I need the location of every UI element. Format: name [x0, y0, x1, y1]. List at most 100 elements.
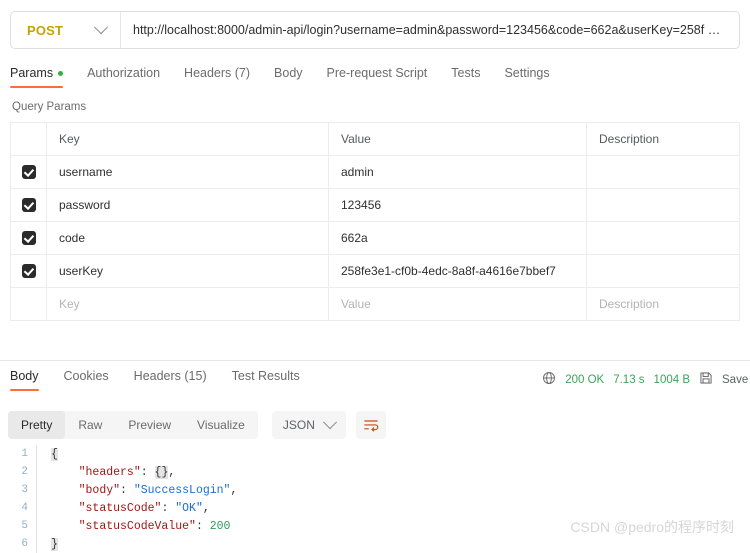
param-value-cell[interactable]: 123456 — [329, 189, 587, 221]
fold-guide — [36, 463, 49, 481]
code-token: "headers" — [78, 465, 141, 479]
param-enabled-checkbox[interactable] — [21, 231, 36, 245]
query-params-title: Query Params — [12, 101, 87, 113]
code-token: : — [140, 465, 155, 479]
header-description: Description — [599, 132, 660, 146]
request-tab-settings[interactable]: Settings — [504, 66, 563, 88]
param-key-cell[interactable]: username — [47, 156, 329, 188]
line-number: 4 — [21, 502, 28, 514]
code-line-text: "headers": {}, — [49, 465, 176, 479]
response-status-group: 200 OK 7.13 s 1004 B Save — [542, 371, 750, 388]
table-row: userKey 258fe3e1-cf0b-4edc-8a8f-a4616e7bb… — [11, 255, 739, 288]
response-tabs: Body Cookies Headers (15) Test Results — [10, 369, 325, 391]
chevron-down-icon — [93, 20, 109, 35]
line-number: 2 — [21, 466, 28, 478]
new-param-value-input[interactable]: Value — [329, 288, 587, 320]
request-tab-label: Body — [274, 66, 303, 80]
response-tab-cookies[interactable]: Cookies — [64, 369, 109, 391]
save-response-label[interactable]: Save — [722, 374, 750, 386]
param-key-cell[interactable]: code — [47, 222, 329, 254]
format-button-visualize[interactable]: Visualize — [184, 411, 258, 439]
request-tab-authorization[interactable]: Authorization — [87, 66, 174, 88]
param-value-cell[interactable]: admin — [329, 156, 587, 188]
code-token: "statusCodeValue" — [78, 519, 196, 533]
http-method-select[interactable]: POST — [11, 12, 121, 48]
param-value-cell[interactable]: 258fe3e1-cf0b-4edc-8a8f-a4616e7bbef7 — [329, 255, 587, 287]
code-line: 6} — [0, 535, 750, 553]
row-checkbox-cell — [11, 255, 47, 287]
response-tab-headers-15[interactable]: Headers (15) — [134, 369, 207, 391]
http-method-label: POST — [27, 22, 64, 38]
code-token: : — [195, 519, 210, 533]
request-tab-pre-request-script[interactable]: Pre-request Script — [327, 66, 442, 88]
code-token: : — [161, 501, 176, 515]
code-token: "SuccessLogin" — [133, 483, 231, 497]
request-tab-body[interactable]: Body — [274, 66, 317, 88]
param-description-cell[interactable] — [587, 255, 739, 287]
code-token: "body" — [78, 483, 121, 497]
code-line: 1{ — [0, 445, 750, 463]
response-tab-body[interactable]: Body — [10, 369, 39, 391]
format-button-raw[interactable]: Raw — [65, 411, 115, 439]
request-tab-label: Settings — [504, 66, 550, 80]
new-param-description-input[interactable]: Description — [587, 288, 739, 320]
request-tab-headers-7[interactable]: Headers (7) — [184, 66, 264, 88]
request-tab-tests[interactable]: Tests — [451, 66, 494, 88]
code-token: } — [51, 537, 58, 551]
save-icon[interactable] — [699, 371, 713, 388]
table-row: password 123456 — [11, 189, 739, 222]
param-enabled-checkbox[interactable] — [21, 165, 36, 179]
word-wrap-button[interactable] — [355, 411, 386, 439]
table-row-placeholder: Key Value Description — [11, 288, 739, 321]
param-enabled-checkbox[interactable] — [21, 264, 36, 278]
line-number: 5 — [21, 520, 28, 532]
header-value: Value — [329, 123, 587, 155]
response-tab-test-results[interactable]: Test Results — [232, 369, 300, 391]
param-description-cell[interactable] — [587, 189, 739, 221]
response-time: 7.13 s — [613, 373, 645, 386]
row-checkbox-cell — [11, 288, 47, 320]
param-value-cell[interactable]: 662a — [329, 222, 587, 254]
fold-guide — [36, 445, 49, 463]
code-line: 3 "body": "SuccessLogin", — [0, 481, 750, 499]
request-tab-label: Params — [10, 66, 54, 80]
header-key: Key — [47, 123, 329, 155]
response-header: Body Cookies Headers (15) Test Results 200 … — [0, 369, 750, 397]
code-line-text: "body": "SuccessLogin", — [49, 483, 238, 497]
response-size: 1004 B — [653, 373, 690, 386]
response-language-select[interactable]: JSON — [271, 411, 346, 439]
code-token: , — [230, 483, 238, 497]
row-checkbox-cell — [11, 156, 47, 188]
url-input[interactable]: http://localhost:8000/admin-api/login?us… — [121, 12, 739, 48]
request-tab-label: Pre-request Script — [326, 66, 428, 80]
format-button-preview[interactable]: Preview — [115, 411, 184, 439]
table-row: username admin — [11, 156, 739, 189]
param-description-cell[interactable] — [587, 222, 739, 254]
request-tab-label: Headers (7) — [184, 66, 251, 80]
request-tab-label: Authorization — [87, 66, 161, 80]
param-description-cell[interactable] — [587, 156, 739, 188]
code-line-text: "statusCodeValue": 200 — [49, 519, 231, 533]
fold-guide — [36, 499, 49, 517]
format-button-pretty[interactable]: Pretty — [8, 411, 66, 439]
request-tab-params[interactable]: Params — [10, 66, 77, 88]
fold-guide — [36, 481, 49, 499]
code-token: {} — [154, 465, 169, 479]
param-key-cell[interactable]: password — [47, 189, 329, 221]
response-toolbar: Pretty Raw Preview Visualize JSON — [0, 410, 750, 440]
globe-icon — [542, 371, 556, 388]
code-token: "OK" — [175, 501, 203, 515]
code-line-text: { — [49, 447, 58, 461]
response-format-group: Pretty Raw Preview Visualize — [8, 411, 258, 439]
param-enabled-checkbox[interactable] — [21, 198, 36, 212]
response-body-viewer[interactable]: 1{2 "headers": {}, 3 "body": "SuccessLogi… — [0, 445, 750, 553]
param-key-cell[interactable]: userKey — [47, 255, 329, 287]
line-number: 3 — [21, 484, 28, 496]
new-param-key-input[interactable]: Key — [47, 288, 329, 320]
code-token: : — [120, 483, 134, 497]
code-token: , — [168, 465, 176, 479]
